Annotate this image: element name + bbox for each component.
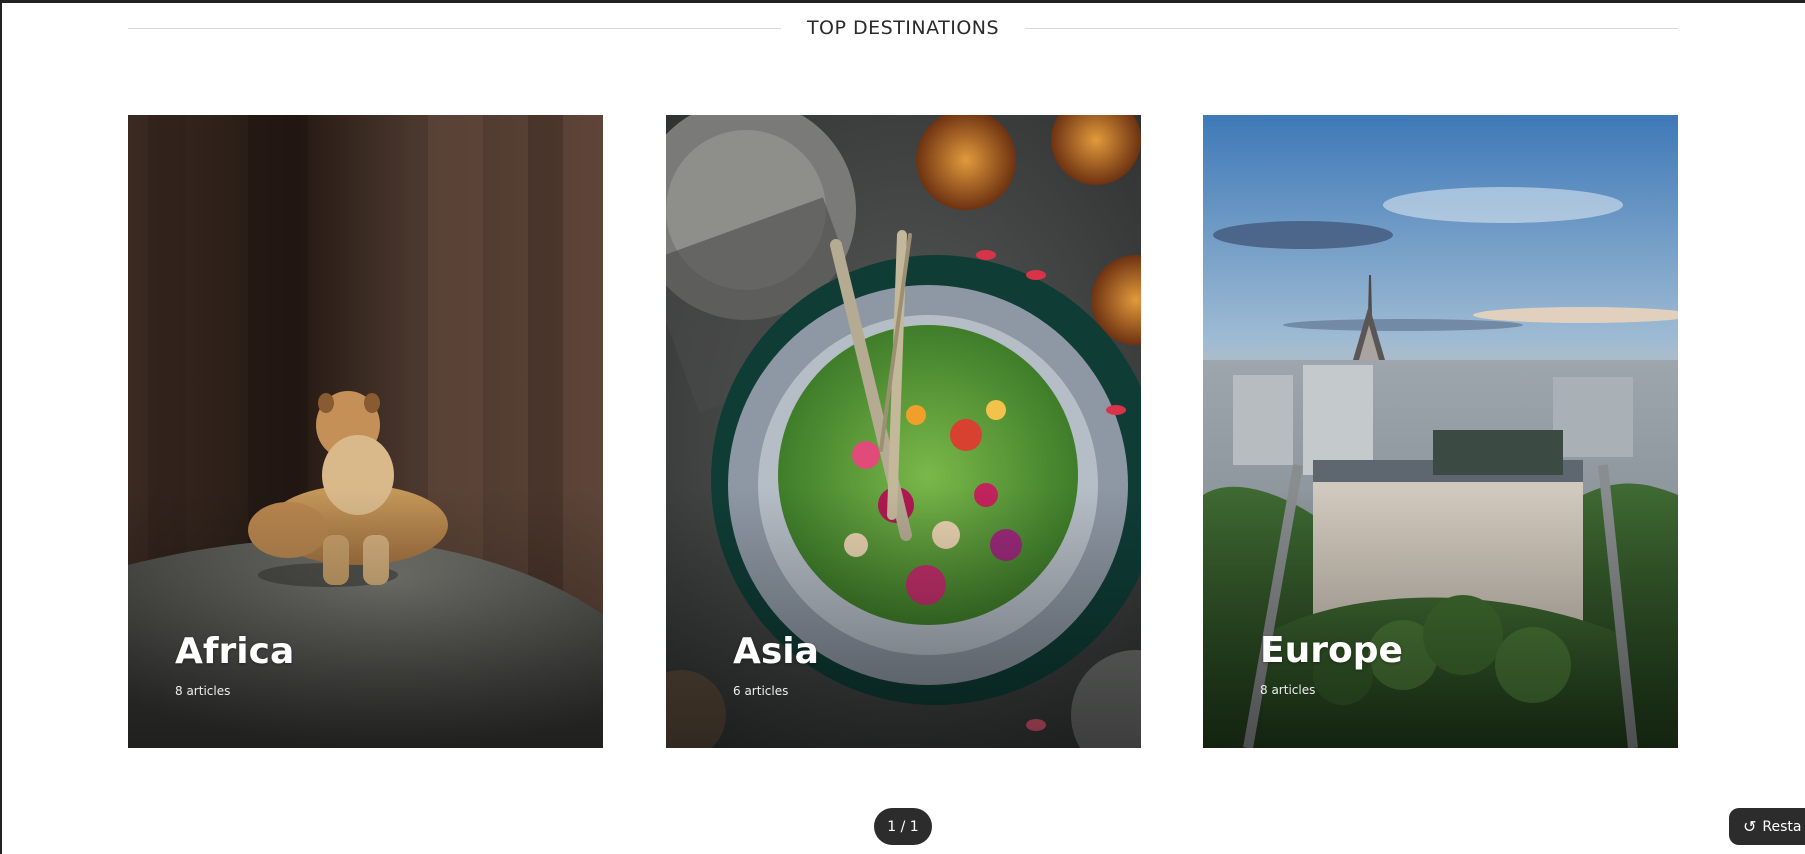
divider-left bbox=[128, 27, 781, 29]
article-count: 6 articles bbox=[733, 684, 789, 698]
card-caption: Asia 6 articles bbox=[733, 631, 819, 699]
destination-name: Europe bbox=[1260, 630, 1403, 671]
card-shade bbox=[666, 488, 1141, 748]
destination-name: Africa bbox=[175, 631, 295, 672]
destination-card-africa[interactable]: Africa 8 articles bbox=[128, 115, 603, 748]
section-header: TOP DESTINATIONS bbox=[128, 8, 1679, 48]
destination-card-asia[interactable]: Asia 6 articles bbox=[666, 115, 1141, 748]
destination-card-europe[interactable]: Europe 8 articles bbox=[1203, 115, 1678, 748]
restart-button[interactable]: ↺ Resta bbox=[1729, 808, 1805, 845]
article-count: 8 articles bbox=[175, 684, 231, 698]
card-caption: Africa 8 articles bbox=[175, 631, 295, 699]
page-indicator: 1 / 1 bbox=[874, 808, 932, 845]
restart-label: Resta bbox=[1762, 818, 1802, 835]
undo-icon: ↺ bbox=[1743, 817, 1757, 836]
card-caption: Europe 8 articles bbox=[1260, 630, 1403, 698]
card-shade bbox=[1203, 488, 1678, 748]
destination-name: Asia bbox=[733, 631, 819, 672]
section-title: TOP DESTINATIONS bbox=[806, 17, 1000, 39]
divider-right bbox=[1025, 27, 1679, 29]
article-count: 8 articles bbox=[1260, 683, 1316, 697]
card-shade bbox=[128, 488, 603, 748]
